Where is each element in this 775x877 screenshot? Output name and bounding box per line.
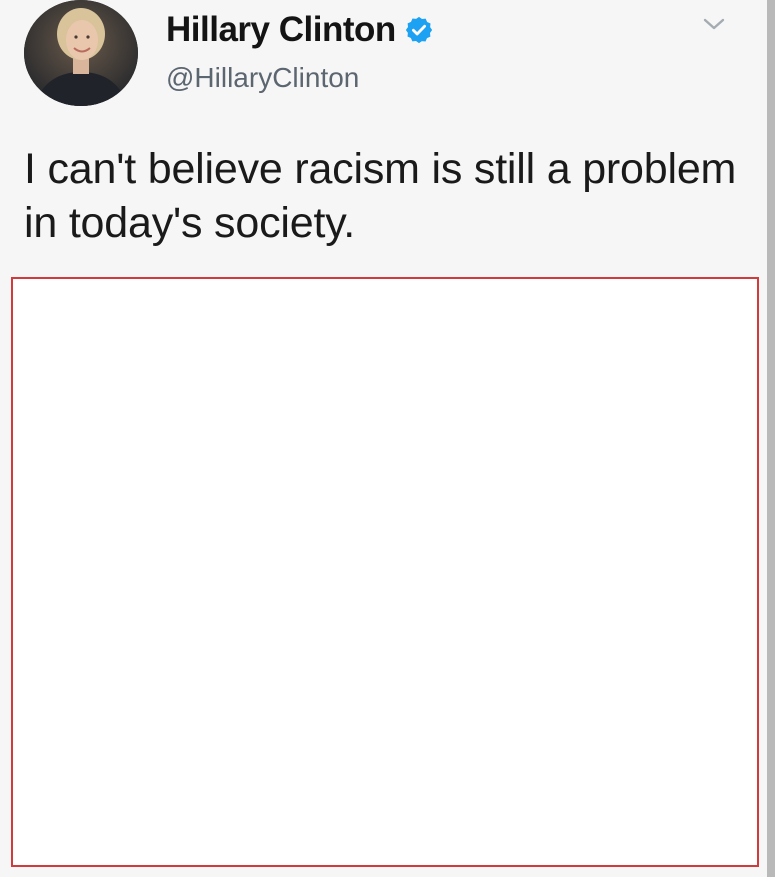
tweet-card: Hillary Clinton @HillaryClinton I can't … (0, 0, 775, 877)
media-frame (11, 277, 759, 867)
chevron-down-icon[interactable] (702, 14, 726, 34)
screen-edge (767, 0, 775, 877)
avatar[interactable] (24, 0, 138, 106)
profile-photo (24, 0, 138, 106)
display-name[interactable]: Hillary Clinton (166, 8, 396, 52)
user-handle[interactable]: @HillaryClinton (166, 60, 359, 96)
tweet-text: I can't believe racism is still a proble… (24, 145, 737, 247)
author-row: Hillary Clinton (166, 8, 434, 52)
verified-badge-icon (404, 15, 434, 45)
